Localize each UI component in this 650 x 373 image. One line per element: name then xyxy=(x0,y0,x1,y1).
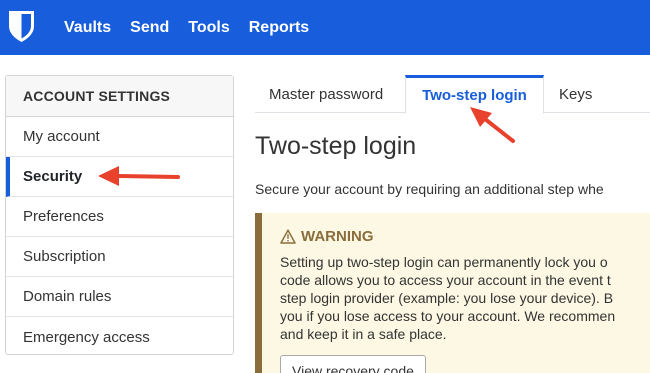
nav-tools[interactable]: Tools xyxy=(188,19,229,37)
nav-send[interactable]: Send xyxy=(130,19,169,37)
sidebar-item-my-account[interactable]: My account xyxy=(6,117,233,157)
sidebar-item-emergency-access[interactable]: Emergency access xyxy=(6,317,233,357)
annotation-arrow-security xyxy=(98,166,180,186)
sidebar-item-domain-rules[interactable]: Domain rules xyxy=(6,277,233,317)
account-settings-sidebar: ACCOUNT SETTINGS My account Security Pre… xyxy=(5,75,234,355)
bitwarden-shield-icon[interactable] xyxy=(8,10,35,43)
warning-text-line: you if you lose access to your account. … xyxy=(280,308,616,324)
warning-callout: WARNING Setting up two-step login can pe… xyxy=(255,213,650,373)
tab-keys[interactable]: Keys xyxy=(559,75,592,113)
warning-text-line: code allows you to access your account i… xyxy=(280,272,611,288)
sidebar-header: ACCOUNT SETTINGS xyxy=(6,76,233,117)
settings-tabs: Master password Two-step login Keys xyxy=(255,75,650,114)
page-description: Secure your account by requiring an addi… xyxy=(255,181,604,197)
sidebar-item-subscription[interactable]: Subscription xyxy=(6,237,233,277)
nav-reports[interactable]: Reports xyxy=(249,19,309,37)
nav-menu: Vaults Send Tools Reports xyxy=(64,0,328,55)
warning-title: WARNING xyxy=(280,228,374,245)
view-recovery-code-button[interactable]: View recovery code xyxy=(280,355,426,373)
warning-text-line: Setting up two-step login can permanentl… xyxy=(280,254,608,270)
warning-text-line: and keep it in a safe place. xyxy=(280,326,447,342)
top-navigation: Vaults Send Tools Reports xyxy=(0,0,650,55)
warning-title-text: WARNING xyxy=(301,228,374,245)
nav-vaults[interactable]: Vaults xyxy=(64,19,111,37)
tab-master-password[interactable]: Master password xyxy=(269,75,383,113)
warning-triangle-icon xyxy=(280,229,296,244)
annotation-arrow-two-step xyxy=(470,107,515,143)
sidebar-item-preferences[interactable]: Preferences xyxy=(6,197,233,237)
page-title: Two-step login xyxy=(255,132,417,160)
warning-text-line: step login provider (example: you lose y… xyxy=(280,290,614,306)
